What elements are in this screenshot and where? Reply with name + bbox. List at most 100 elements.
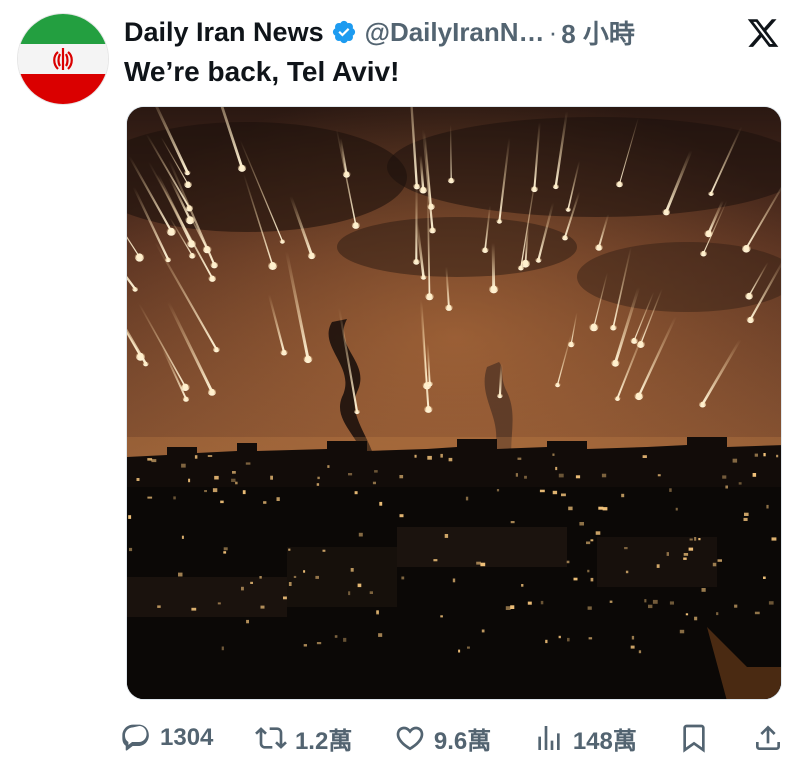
- city-light: [440, 615, 443, 618]
- missile-flare: [489, 284, 499, 294]
- missile-flare: [699, 400, 707, 408]
- missile-flare: [662, 207, 671, 216]
- missile-flare: [187, 238, 196, 248]
- heart-icon: [396, 726, 424, 751]
- city-light: [481, 629, 485, 633]
- author-name[interactable]: Daily Iran News: [124, 17, 324, 48]
- city-light: [496, 489, 500, 492]
- city-light: [590, 539, 594, 542]
- missile-flare: [351, 220, 360, 229]
- missile-flare: [354, 408, 360, 415]
- missile-flare: [565, 206, 571, 212]
- city-light: [505, 606, 511, 610]
- x-logo-icon[interactable]: [746, 16, 780, 50]
- city-light: [242, 490, 246, 495]
- city-light: [322, 549, 326, 552]
- city-light: [147, 496, 153, 499]
- missile-flare: [561, 233, 569, 241]
- city-light: [263, 501, 267, 504]
- tweet-media-image[interactable]: [126, 106, 782, 700]
- city-light: [657, 474, 661, 477]
- city-light: [669, 488, 672, 492]
- separator-dot: ·: [548, 16, 558, 47]
- city-light: [250, 581, 253, 584]
- reply-button[interactable]: 1304: [120, 722, 213, 754]
- city-light: [399, 514, 404, 518]
- city-light: [357, 583, 362, 588]
- city-light: [698, 538, 701, 541]
- city-light: [327, 465, 330, 468]
- city-light: [348, 591, 351, 596]
- city-light: [642, 455, 647, 458]
- city-light: [510, 521, 515, 524]
- views-chart-icon: [538, 726, 560, 750]
- avatar[interactable]: [18, 14, 108, 104]
- city-light: [316, 483, 320, 486]
- city-light: [666, 552, 669, 556]
- city-light: [683, 553, 689, 556]
- missile-flare: [554, 381, 561, 388]
- tweet-actions: 1304 1.2萬 9.6萬 148萬: [120, 712, 784, 764]
- city-light: [151, 459, 157, 463]
- city-light: [427, 455, 432, 460]
- city-light: [465, 496, 469, 501]
- views-button[interactable]: 148萬: [533, 721, 637, 756]
- missile-flare: [280, 348, 288, 356]
- missile-flare: [497, 392, 503, 399]
- city-light: [379, 501, 383, 506]
- missile-flare: [307, 251, 316, 260]
- missile-flare: [445, 303, 453, 311]
- missile-flare: [447, 176, 455, 184]
- missile-flare: [567, 340, 575, 348]
- author-handle[interactable]: @DailyIranN…: [365, 17, 545, 48]
- missile-flare: [426, 380, 433, 387]
- missile-streak: [491, 241, 496, 291]
- city-light: [717, 559, 722, 562]
- city-light: [358, 532, 363, 537]
- missile-flare: [630, 336, 638, 344]
- city-light: [259, 576, 262, 579]
- city-light: [207, 455, 213, 457]
- city-light: [521, 584, 524, 587]
- city-light: [638, 650, 642, 654]
- city-light: [552, 490, 558, 495]
- city-light: [602, 507, 608, 511]
- reply-count: 1304: [160, 724, 214, 751]
- city-light: [573, 577, 578, 581]
- missile-flare: [181, 382, 190, 392]
- city-light: [260, 605, 265, 609]
- city-light: [374, 470, 378, 473]
- city-light: [587, 606, 592, 610]
- night-city-missile-barrage-photo-icon: [127, 107, 781, 699]
- missile-flare: [132, 285, 139, 292]
- missile-flare: [589, 322, 599, 332]
- city-light: [288, 548, 291, 551]
- bookmark-button[interactable]: [678, 722, 710, 754]
- missile-flare: [279, 238, 286, 244]
- city-light: [630, 645, 635, 649]
- tweet-text: We’re back, Tel Aviv!: [124, 56, 400, 87]
- city-light: [214, 475, 219, 480]
- like-button[interactable]: 9.6萬: [394, 721, 491, 756]
- city-light: [701, 588, 706, 592]
- missile-flare: [611, 358, 620, 367]
- share-button[interactable]: [752, 722, 784, 754]
- city-light: [401, 576, 405, 580]
- missile-flare: [741, 243, 751, 253]
- retweet-button[interactable]: 1.2萬: [255, 721, 352, 756]
- city-light: [515, 473, 518, 477]
- missile-flare: [207, 387, 217, 396]
- city-light: [276, 497, 280, 501]
- city-light: [527, 601, 532, 605]
- city-light: [448, 457, 453, 462]
- city-light: [191, 607, 197, 611]
- post-time[interactable]: 8 小時: [561, 14, 635, 51]
- city-light: [644, 599, 647, 603]
- city-light: [343, 637, 347, 642]
- missile-flare: [746, 315, 755, 324]
- missile-flare: [413, 182, 421, 190]
- city-light: [212, 488, 218, 493]
- city-light: [579, 522, 584, 526]
- city-light: [510, 605, 515, 609]
- city-light: [712, 562, 717, 567]
